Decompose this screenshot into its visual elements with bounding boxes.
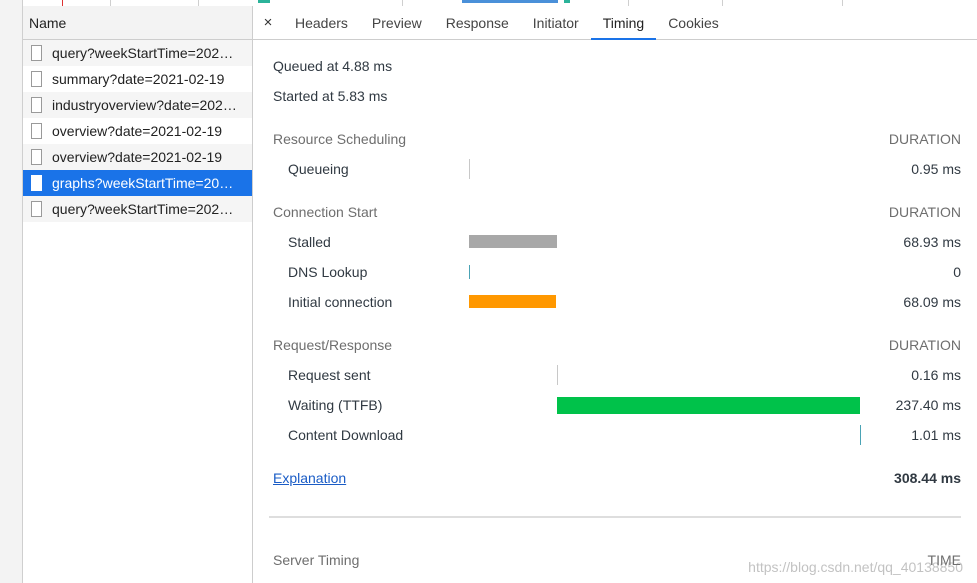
- duration-header: DURATION: [888, 204, 961, 220]
- close-icon[interactable]: ×: [253, 6, 283, 39]
- tab-cookies[interactable]: Cookies: [656, 6, 731, 39]
- phase-value: 68.09 ms: [903, 294, 961, 310]
- request-list-item[interactable]: industryoverview?date=2021-02-19: [23, 92, 252, 118]
- phase-label: Waiting (TTFB): [288, 397, 383, 413]
- section-title: Server Timing: [273, 552, 360, 568]
- queued-at: Queued at 4.88 ms: [273, 58, 393, 74]
- phase-dns-lookup: DNS Lookup 0: [273, 262, 961, 282]
- section-title: Request/Response: [273, 337, 393, 353]
- phase-label: Stalled: [288, 234, 331, 250]
- section-request-response: Request/Response DURATION: [273, 335, 961, 355]
- phase-label: DNS Lookup: [288, 264, 368, 280]
- phase-queueing: Queueing 0.95 ms: [273, 159, 961, 179]
- document-icon: [31, 201, 42, 217]
- left-gutter: [0, 0, 23, 583]
- devtools-network: Name query?weekStartTime=2021-02-15 summa…: [0, 0, 977, 583]
- explanation-link[interactable]: Explanation: [273, 470, 346, 486]
- started-at: Started at 5.83 ms: [273, 88, 388, 104]
- document-icon: [31, 71, 42, 87]
- phase-value: 237.40 ms: [895, 397, 961, 413]
- stalled-bar: [469, 235, 557, 248]
- overview-bar: [462, 0, 558, 3]
- request-list-item[interactable]: query?weekStartTime=2021-02-15: [23, 196, 252, 222]
- content-download-bar: [860, 425, 861, 445]
- total-duration: 308.44 ms: [894, 470, 961, 486]
- dns-lookup-bar: [469, 265, 470, 279]
- request-name: industryoverview?date=2021-02-19: [52, 97, 240, 113]
- phase-label: Request sent: [288, 367, 371, 383]
- tab-list: Headers Preview Response Initiator Timing Coo…: [283, 6, 731, 40]
- watermark-text: https://blog.csdn.net/qq_40138850: [748, 559, 963, 575]
- phase-label: Initial connection: [288, 294, 393, 310]
- phase-content-download: Content Download 1.01 ms: [273, 425, 961, 445]
- name-column-header[interactable]: Name: [23, 6, 252, 40]
- tab-initiator[interactable]: Initiator: [521, 6, 591, 39]
- document-icon: [31, 149, 42, 165]
- tab-timing[interactable]: Timing: [590, 6, 657, 40]
- request-list-item[interactable]: graphs?weekStartTime=2021-02-15: [23, 170, 252, 196]
- phase-value: 1.01 ms: [911, 427, 961, 443]
- queueing-bar: [469, 159, 470, 179]
- divider: [269, 516, 961, 518]
- request-name: summary?date=2021-02-19: [52, 71, 225, 87]
- phase-label: Queueing: [288, 161, 349, 177]
- section-title: Connection Start: [273, 204, 378, 220]
- tab-response[interactable]: Response: [434, 6, 521, 39]
- request-list-item[interactable]: overview?date=2021-02-19: [23, 118, 252, 144]
- request-list-item[interactable]: summary?date=2021-02-19: [23, 66, 252, 92]
- phase-stalled: Stalled 68.93 ms: [273, 232, 961, 252]
- request-name: graphs?weekStartTime=2021-02-15: [52, 175, 240, 191]
- phase-request-sent: Request sent 0.16 ms: [273, 365, 961, 385]
- initial-connection-bar: [469, 295, 556, 308]
- details-tabs: × Headers Preview Response Initiator Timing C…: [253, 6, 977, 40]
- tab-preview[interactable]: Preview: [360, 6, 434, 39]
- duration-header: DURATION: [888, 337, 961, 353]
- request-list: Name query?weekStartTime=2021-02-15 summa…: [23, 6, 253, 583]
- request-name: overview?date=2021-02-19: [52, 123, 223, 139]
- phase-value: 0.16 ms: [911, 367, 961, 383]
- phase-initial-connection: Initial connection 68.09 ms: [273, 292, 961, 312]
- request-list-item[interactable]: query?weekStartTime=2021-02-15: [23, 40, 252, 66]
- phase-value: 0.95 ms: [911, 161, 961, 177]
- overview-bar: [564, 0, 570, 3]
- section-title: Resource Scheduling: [273, 131, 407, 147]
- overview-bar: [258, 0, 270, 3]
- timing-summary: Explanation 308.44 ms: [273, 468, 961, 488]
- section-resource-scheduling: Resource Scheduling DURATION: [273, 129, 961, 149]
- request-details: × Headers Preview Response Initiator Timing C…: [253, 6, 977, 583]
- document-icon: [31, 175, 42, 191]
- request-sent-bar: [557, 365, 558, 385]
- duration-header: DURATION: [888, 131, 961, 147]
- request-name: query?weekStartTime=2021-02-15: [52, 45, 240, 61]
- tab-headers[interactable]: Headers: [283, 6, 360, 39]
- request-name: query?weekStartTime=2021-02-15: [52, 201, 240, 217]
- request-name: overview?date=2021-02-19: [52, 149, 223, 165]
- phase-value: 68.93 ms: [903, 234, 961, 250]
- phase-value: 0: [953, 264, 961, 280]
- request-list-items: query?weekStartTime=2021-02-15 summary?da…: [23, 40, 252, 222]
- section-connection-start: Connection Start DURATION: [273, 202, 961, 222]
- document-icon: [31, 45, 42, 61]
- phase-label: Content Download: [288, 427, 404, 443]
- document-icon: [31, 97, 42, 113]
- request-list-item[interactable]: overview?date=2021-02-19: [23, 144, 252, 170]
- ttfb-bar: [557, 397, 860, 414]
- phase-waiting-ttfb: Waiting (TTFB) 237.40 ms: [273, 395, 961, 415]
- document-icon: [31, 123, 42, 139]
